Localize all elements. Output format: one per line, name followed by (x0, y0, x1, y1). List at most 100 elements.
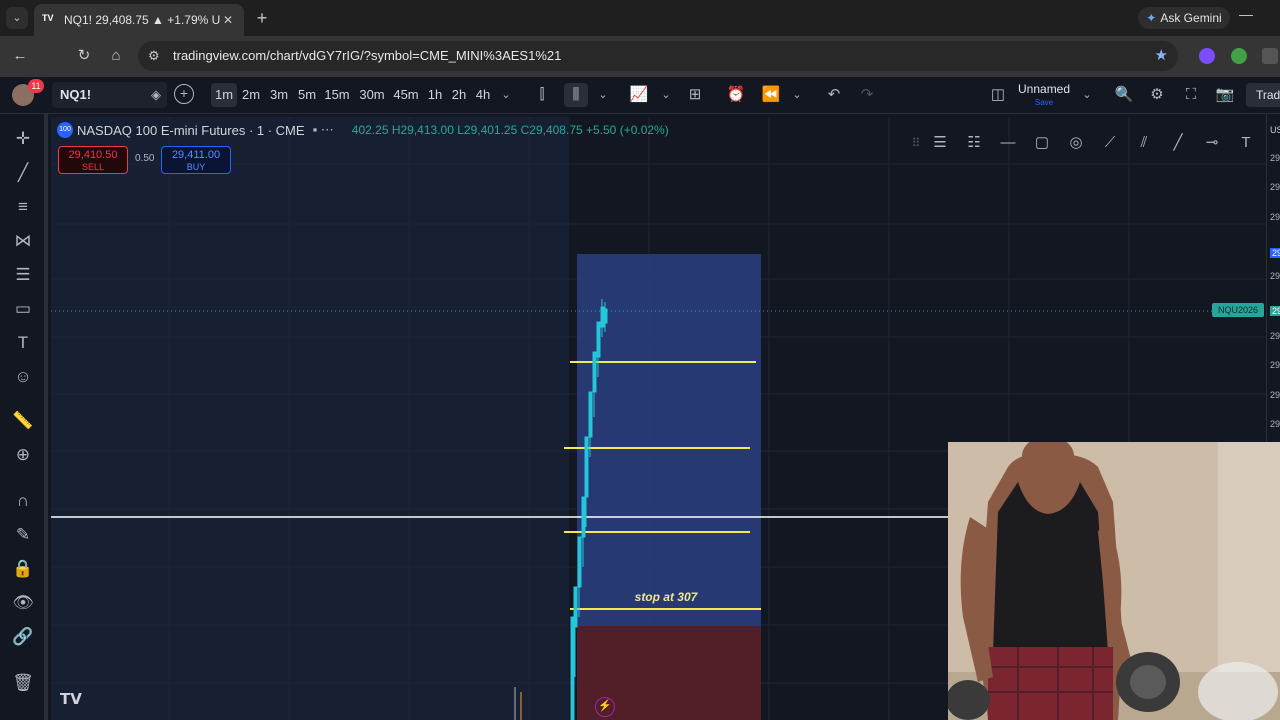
redo-icon[interactable]: ↷ (855, 83, 879, 107)
magnet-icon[interactable]: ∩ (10, 488, 36, 514)
layout-panel-icon[interactable]: ◫ (986, 83, 1010, 107)
price-scale-label: 29 (1270, 248, 1280, 258)
indicators-icon[interactable]: 📈 (626, 83, 652, 107)
timeframe-5m[interactable]: 5m (295, 83, 319, 107)
alert-clock-icon[interactable]: ⏰ (724, 83, 748, 107)
trend-line-icon[interactable]: ╱ (1166, 131, 1190, 155)
price-scale-label: 29 (1270, 306, 1280, 316)
forecast-icon[interactable]: ☰ (10, 262, 36, 288)
timeframe-dropdown-icon[interactable]: ⌄ (498, 83, 514, 107)
rectangle-icon[interactable]: ▢ (1030, 131, 1054, 155)
link-icon[interactable]: 🔗 (10, 624, 36, 650)
buy-label: BUY (186, 162, 206, 172)
lock-icon[interactable]: 🔒 (10, 556, 36, 582)
timeframe-15m[interactable]: 15m (322, 83, 352, 107)
crosshair-icon[interactable]: ✛ (10, 126, 36, 152)
layout-grid-icon[interactable]: ⊞ (683, 83, 707, 107)
instrument-title[interactable]: NASDAQ 100 E-mini Futures · 1 · CME (77, 123, 305, 138)
fib-icon[interactable]: ≡ (10, 194, 36, 220)
layout-name-button[interactable]: Unnamed Save (1018, 82, 1070, 110)
snapshot-camera-icon[interactable]: 📷 (1213, 83, 1237, 107)
add-symbol-icon[interactable]: + (174, 84, 194, 104)
undo-icon[interactable]: ↶ (822, 83, 846, 107)
url-text: tradingview.com/chart/vdGY7rIG/?symbol=C… (173, 48, 562, 63)
timeframe-30m[interactable]: 30m (357, 83, 387, 107)
settings-gear-icon[interactable]: ⚙ (1145, 83, 1169, 107)
timeframe-3m[interactable]: 3m (267, 83, 291, 107)
bookmark-star-icon[interactable]: ★ (1155, 41, 1168, 71)
home-icon[interactable]: ⌂ (104, 44, 128, 68)
ask-gemini-label: Ask Gemini (1160, 11, 1222, 25)
site-info-icon[interactable]: ⚙ (148, 41, 160, 71)
lightning-icon[interactable]: ⚡ (595, 697, 615, 717)
timeframe-2h[interactable]: 2h (449, 83, 469, 107)
circle-icon[interactable]: ◎ (1064, 131, 1088, 155)
eye-icon[interactable]: 👁 (10, 590, 36, 616)
fib-retracement-icon[interactable]: ☰ (928, 131, 952, 155)
indicators-dropdown-icon[interactable]: ⌄ (659, 83, 673, 107)
timeframe-45m[interactable]: 45m (391, 83, 421, 107)
layout-dropdown-icon[interactable]: ⌄ (1080, 83, 1094, 107)
fib-extension-icon[interactable]: ☷ (962, 131, 986, 155)
ruler-icon[interactable]: 📏 (10, 408, 36, 434)
sell-button[interactable]: 29,410.50 SELL (58, 146, 128, 174)
buy-button[interactable]: 29,411.00 BUY (161, 146, 231, 174)
ray-icon[interactable]: ⟋ (1098, 131, 1122, 155)
trend-line-icon[interactable]: ╱ (10, 160, 36, 186)
trash-icon[interactable]: 🗑 (10, 670, 36, 696)
price-scale-label: 29 (1270, 182, 1280, 192)
text-icon[interactable]: T (1234, 131, 1258, 155)
replay-dropdown-icon[interactable]: ⌄ (790, 83, 804, 107)
layout-save-label: Save (1034, 98, 1054, 107)
ohlc-values: 402.25 H29,413.00 L29,401.25 C29,408.75 … (351, 123, 669, 137)
chart-type-dropdown-icon[interactable]: ⌄ (596, 83, 610, 107)
fullscreen-icon[interactable]: ⛶ (1179, 83, 1203, 107)
chart-legend: 100 NASDAQ 100 E-mini Futures · 1 · CME … (57, 122, 669, 138)
tradingview-favicon-icon: TV (42, 13, 54, 23)
timeframe-1m[interactable]: 1m (211, 83, 237, 107)
layout-name: Unnamed (1018, 82, 1071, 96)
ask-gemini-button[interactable]: ✦ Ask Gemini (1138, 7, 1230, 29)
url-omnibox[interactable]: ⚙ tradingview.com/chart/vdGY7rIG/?symbol… (138, 41, 1178, 71)
price-scale-label: 29 (1270, 331, 1280, 341)
bar-style-icon[interactable]: ⫿ (530, 83, 554, 107)
horizontal-ray-icon[interactable]: ⊸ (1200, 131, 1224, 155)
legend-more-icon[interactable]: ▪ ⋯ (313, 122, 334, 138)
minimize-window-button[interactable]: — (1236, 6, 1256, 28)
horizontal-line-icon[interactable]: — (996, 131, 1020, 155)
close-tab-icon[interactable]: ✕ (220, 13, 236, 27)
text-tool-icon[interactable]: T (10, 330, 36, 356)
parallel-channel-icon[interactable]: ⫽ (1132, 131, 1156, 155)
contract-tag: NQU2026 (1212, 303, 1264, 317)
pattern-icon[interactable]: ⋈ (10, 228, 36, 254)
extension-icon[interactable] (1199, 48, 1215, 64)
webcam-scene (948, 442, 1280, 720)
timeframe-2m[interactable]: 2m (239, 83, 263, 107)
symbol-search-box[interactable]: NQ1! ◈ (52, 82, 167, 108)
zoom-in-icon[interactable]: ⊕ (10, 442, 36, 468)
timeframe-4h[interactable]: 4h (473, 83, 493, 107)
timeframe-1h[interactable]: 1h (425, 83, 445, 107)
browser-tab[interactable]: TV NQ1! 29,408.75 ▲ +1.79% Unn ✕ (34, 4, 244, 36)
spread-value: 0.50 (135, 153, 155, 164)
price-scale-label: 29 (1270, 419, 1280, 429)
extensions-puzzle-icon[interactable] (1262, 48, 1278, 64)
stay-in-drawing-icon[interactable]: ✎ (10, 522, 36, 548)
price-scale-label: 29 (1270, 390, 1280, 400)
reload-icon[interactable]: ↻ (72, 44, 96, 68)
sell-price: 29,410.50 (68, 149, 118, 161)
new-tab-button[interactable]: + (252, 8, 272, 28)
emoji-icon[interactable]: ☺ (10, 364, 36, 390)
drag-handle-icon[interactable]: ⠿ (904, 131, 928, 155)
compare-diamond-icon[interactable]: ◈ (151, 82, 161, 108)
geometric-shapes-icon[interactable]: ▭ (10, 296, 36, 322)
trade-button[interactable]: Trad (1246, 83, 1280, 107)
back-arrow-icon[interactable]: ← (8, 44, 32, 68)
candles-icon[interactable]: ⫼ (564, 83, 588, 107)
replay-icon[interactable]: ⏪ (759, 83, 783, 107)
session-highlight (51, 117, 569, 720)
tab-search-dropdown[interactable]: ⌄ (6, 7, 28, 29)
quick-search-icon[interactable]: 🔍 (1112, 83, 1136, 107)
extension-icon[interactable] (1231, 48, 1247, 64)
stop-annotation[interactable]: stop at 307 (576, 590, 756, 604)
